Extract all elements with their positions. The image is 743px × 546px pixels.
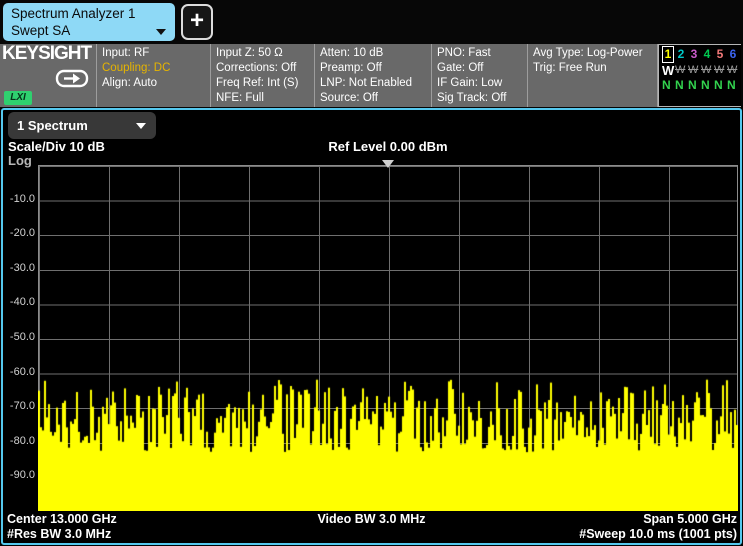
- y-tick: -80.0: [9, 434, 35, 447]
- status-if-gain: IF Gain: Low: [437, 77, 503, 89]
- sweep-readout[interactable]: #Sweep 10.0 ms (1001 pts): [579, 527, 737, 541]
- trace-4-number[interactable]: 4: [701, 47, 713, 62]
- y-tick: -30.0: [9, 261, 35, 274]
- status-coupling: Coupling: DC: [102, 62, 171, 74]
- span-readout[interactable]: Span 5.000 GHz: [643, 512, 737, 526]
- status-freq-ref: Freq Ref: Int (S): [216, 77, 299, 89]
- trace-legend[interactable]: 1 2 3 4 5 6 W W W W W W N N N N N N: [658, 44, 741, 107]
- message-bubble-icon[interactable]: [55, 69, 89, 96]
- tab-spectrum-analyzer[interactable]: Spectrum Analyzer 1 Swept SA: [3, 3, 175, 41]
- trace-4-detector: N: [701, 78, 710, 92]
- add-tab-button[interactable]: +: [181, 4, 213, 40]
- amplitude-mode-label: Log: [8, 153, 32, 168]
- trace-1-number[interactable]: 1: [662, 46, 674, 63]
- status-col-impedance[interactable]: Input Z: 50 Ω Corrections: Off Freq Ref:…: [211, 44, 315, 107]
- footer-row-1: Center 13.000 GHz Video BW 3.0 MHz Span …: [3, 512, 740, 527]
- status-input: Input: RF: [102, 47, 150, 59]
- center-frequency-readout[interactable]: Center 13.000 GHz: [7, 512, 117, 526]
- trace-2-type: W: [675, 64, 686, 76]
- instrument-screen: Spectrum Analyzer 1 Swept SA + KEYSIGHT …: [0, 0, 743, 546]
- trace-5-type: W: [714, 64, 725, 76]
- center-frequency-marker-icon: [382, 160, 394, 168]
- trace-3-number[interactable]: 3: [688, 47, 700, 62]
- y-tick: -50.0: [9, 331, 35, 343]
- brand-cell: KEYSIGHT LXI: [0, 44, 97, 107]
- trace-1-detector: N: [662, 78, 671, 92]
- scale-per-div-label[interactable]: Scale/Div 10 dB: [8, 139, 105, 154]
- status-col-pno[interactable]: PNO: Fast Gate: Off IF Gain: Low Sig Tra…: [432, 44, 528, 107]
- status-trig: Trig: Free Run: [533, 62, 607, 74]
- status-avg-type: Avg Type: Log-Power: [533, 47, 643, 59]
- status-gate: Gate: Off: [437, 62, 484, 74]
- footer-row-2: #Res BW 3.0 MHz #Sweep 10.0 ms (1001 pts…: [3, 527, 740, 542]
- status-lnp: LNP: Not Enabled: [320, 77, 413, 89]
- y-tick: -20.0: [9, 227, 35, 240]
- trace-detector-row: N N N N N N: [662, 78, 741, 93]
- measurement-dropdown-caret-icon: [136, 123, 146, 129]
- status-sig-track: Sig Track: Off: [437, 92, 507, 104]
- tab-bar: Spectrum Analyzer 1 Swept SA +: [0, 0, 743, 44]
- trace-2-detector: N: [675, 78, 684, 92]
- y-tick: -10.0: [9, 192, 35, 205]
- trace-2-number[interactable]: 2: [675, 47, 687, 62]
- status-input-z: Input Z: 50 Ω: [216, 47, 283, 59]
- tab-title-line2: Swept SA: [11, 23, 71, 38]
- spectrum-trace-canvas: [38, 165, 738, 511]
- y-tick: -90.0: [9, 469, 35, 482]
- status-panel: KEYSIGHT LXI Input: RF Coupling: DC Alig…: [0, 44, 741, 107]
- ref-level-label[interactable]: Ref Level 0.00 dBm: [3, 139, 743, 154]
- keysight-logo: KEYSIGHT: [2, 44, 92, 64]
- measurement-display: 1 Spectrum Scale/Div 10 dB Ref Level 0.0…: [1, 108, 742, 545]
- res-bw-readout[interactable]: #Res BW 3.0 MHz: [7, 527, 111, 541]
- trace-6-detector: N: [727, 78, 736, 92]
- tab-dropdown-caret-icon: [156, 29, 166, 35]
- status-preamp: Preamp: Off: [320, 62, 382, 74]
- trace-6-type: W: [727, 64, 738, 76]
- status-align: Align: Auto: [102, 77, 157, 89]
- status-nfe: NFE: Full: [216, 92, 264, 104]
- status-corrections: Corrections: Off: [216, 62, 297, 74]
- status-pno: PNO: Fast: [437, 47, 491, 59]
- tab-title-line1: Spectrum Analyzer 1: [11, 6, 136, 21]
- status-col-avg[interactable]: Avg Type: Log-Power Trig: Free Run: [528, 44, 658, 107]
- status-atten: Atten: 10 dB: [320, 47, 384, 59]
- y-tick: -60.0: [9, 365, 35, 378]
- trace-4-type: W: [701, 64, 712, 76]
- measurement-selector-label: 1 Spectrum: [17, 118, 88, 133]
- trace-1-type: W: [662, 63, 675, 78]
- measurement-selector[interactable]: 1 Spectrum: [8, 112, 156, 139]
- status-source: Source: Off: [320, 92, 378, 104]
- trace-6-number[interactable]: 6: [727, 47, 739, 62]
- lxi-badge: LXI: [4, 91, 32, 105]
- y-tick: -40.0: [9, 296, 35, 309]
- trace-type-row: W W W W W W: [662, 63, 741, 78]
- status-col-input[interactable]: Input: RF Coupling: DC Align: Auto: [97, 44, 211, 107]
- status-col-atten[interactable]: Atten: 10 dB Preamp: Off LNP: Not Enable…: [315, 44, 432, 107]
- trace-5-number[interactable]: 5: [714, 47, 726, 62]
- trace-number-row: 1 2 3 4 5 6: [662, 46, 741, 63]
- trace-3-type: W: [688, 64, 699, 76]
- trace-5-detector: N: [714, 78, 723, 92]
- trace-3-detector: N: [688, 78, 697, 92]
- y-tick: -70.0: [9, 400, 35, 413]
